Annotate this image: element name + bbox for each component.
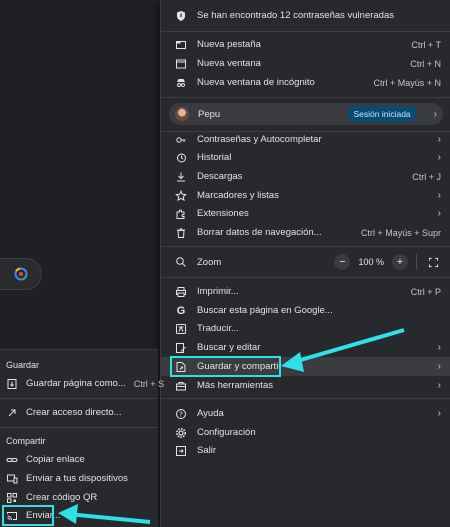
chevron-right-icon: › [437, 361, 441, 372]
trash-icon [175, 227, 187, 239]
menu-item-clear-data[interactable]: Borrar datos de navegación... Ctrl + May… [161, 223, 450, 242]
menu-item-more-tools[interactable]: Más herramientas › [161, 376, 450, 395]
menu-item-downloads[interactable]: Descargas Ctrl + J [161, 167, 450, 186]
fullscreen-icon[interactable] [425, 254, 441, 270]
save-page-icon [6, 378, 18, 390]
chevron-right-icon: › [437, 190, 441, 201]
menu-item-new-tab[interactable]: Nueva pestaña Ctrl + T [161, 35, 450, 54]
shield-icon [175, 10, 187, 22]
menu-item-incognito[interactable]: Nueva ventana de incógnito Ctrl + Mayús … [161, 73, 450, 92]
chevron-right-icon: › [437, 208, 441, 219]
menu-item-create-shortcut[interactable]: Crear acceso directo... [0, 403, 158, 422]
avatar [175, 107, 189, 121]
menu-item-copy-link[interactable]: Copiar enlace [0, 450, 158, 469]
save-share-submenu: Guardar Guardar página como... Ctrl + S … [0, 349, 164, 527]
edit-icon [175, 342, 187, 354]
save-section-title: Guardar [6, 360, 40, 370]
key-icon [175, 134, 187, 146]
zoom-out-button[interactable]: − [334, 254, 351, 270]
profile-name: Pepu [198, 108, 221, 120]
compromised-passwords-alert[interactable]: Se han encontrado 12 contraseñas vulnera… [161, 6, 450, 25]
chevron-right-icon: › [433, 108, 437, 120]
profile-row[interactable]: Pepu Sesión iniciada › [169, 103, 443, 125]
menu-item-exit[interactable]: Salir [161, 441, 450, 460]
alert-text: Se han encontrado 12 contraseñas vulnera… [197, 10, 394, 21]
zoom-in-button[interactable]: + [392, 254, 408, 270]
menu-item-save-page[interactable]: Guardar página como... Ctrl + S [0, 374, 164, 393]
menu-item-send-devices[interactable]: Enviar a tus dispositivos [0, 469, 158, 488]
history-icon [175, 152, 187, 164]
signed-in-badge: Sesión iniciada [347, 106, 417, 122]
menu-item-new-window[interactable]: Nueva ventana Ctrl + N [161, 54, 450, 73]
menu-item-translate[interactable]: Traducir... [161, 319, 450, 338]
menu-item-bookmarks[interactable]: Marcadores y listas › [161, 186, 450, 205]
shortcut-icon [6, 407, 18, 419]
qr-icon [6, 492, 18, 504]
menu-item-history[interactable]: Historial › [161, 148, 450, 167]
toolbox-icon [175, 380, 187, 392]
chevron-right-icon: › [437, 380, 441, 391]
zoom-level: 100 % [358, 257, 384, 267]
chevron-right-icon: › [437, 134, 441, 145]
chevron-right-icon: › [437, 152, 441, 163]
incognito-icon [175, 77, 187, 89]
gear-icon [175, 427, 187, 439]
menu-item-settings[interactable]: Configuración [161, 423, 450, 442]
devices-icon [6, 473, 18, 485]
menu-item-search-google[interactable]: G Buscar esta página en Google... [161, 301, 450, 320]
share-section-title: Compartir [6, 436, 46, 446]
window-icon [175, 58, 187, 70]
zoom-icon [175, 256, 187, 268]
star-icon [175, 189, 187, 202]
print-icon [175, 286, 187, 298]
puzzle-icon [175, 208, 187, 220]
highlight-callout [2, 505, 54, 526]
menu-item-print[interactable]: Imprimir... Ctrl + P [161, 282, 450, 301]
chevron-right-icon: › [437, 408, 441, 419]
chevron-right-icon: › [437, 342, 441, 353]
google-lens-icon[interactable] [13, 266, 29, 282]
browser-main-menu: Se han encontrado 12 contraseñas vulnera… [160, 0, 450, 527]
svg-text:?: ? [179, 410, 183, 418]
menu-item-find-edit[interactable]: Buscar y editar › [161, 338, 450, 357]
translate-icon [175, 323, 187, 335]
download-icon [175, 171, 187, 183]
google-icon: G [176, 304, 186, 317]
zoom-controls: − 100 % + [334, 254, 441, 270]
highlight-callout [170, 356, 281, 377]
help-icon: ? [175, 408, 187, 420]
zoom-row: Zoom − 100 % + [161, 252, 450, 272]
link-icon [6, 454, 18, 466]
tab-icon [175, 39, 187, 51]
menu-item-passwords[interactable]: Contraseñas y Autocompletar › [161, 130, 450, 149]
menu-item-extensions[interactable]: Extensiones › [161, 204, 450, 223]
menu-item-help[interactable]: ? Ayuda › [161, 404, 450, 423]
exit-icon [175, 445, 187, 457]
